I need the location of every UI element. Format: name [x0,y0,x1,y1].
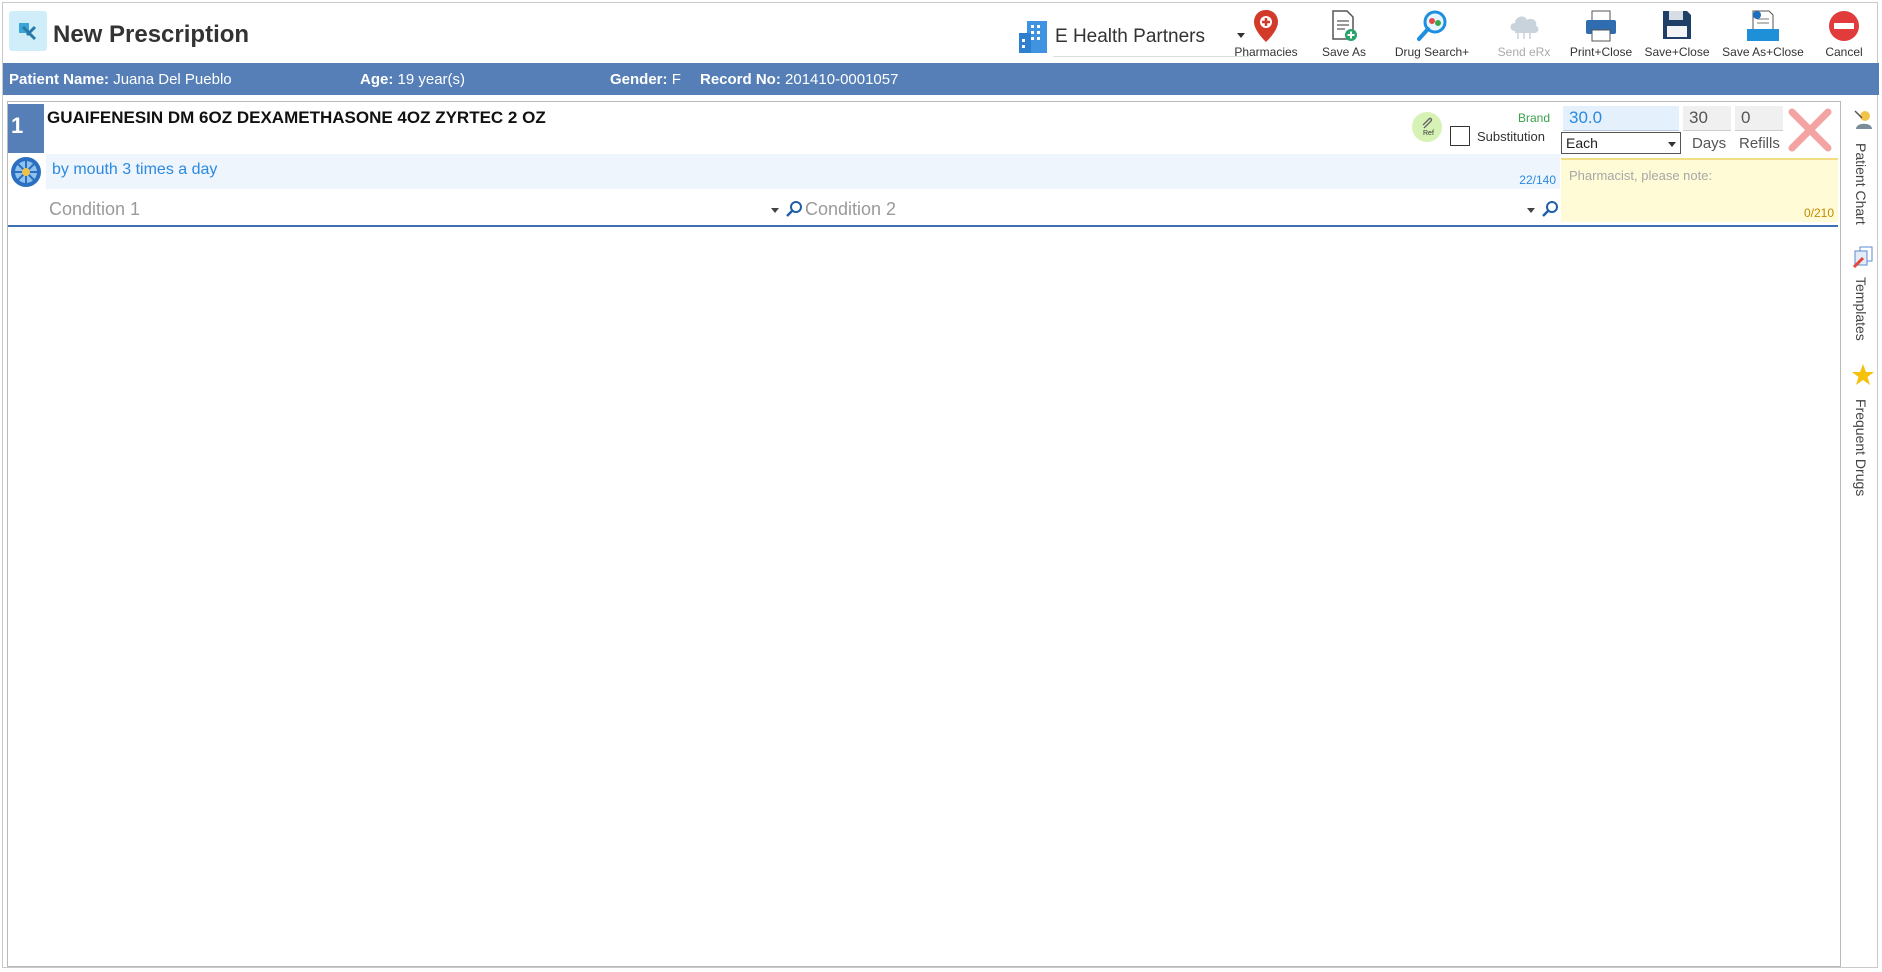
reference-label: Ref [1423,130,1434,137]
pharmacist-note-input[interactable]: Pharmacist, please note: 0/210 [1561,158,1838,222]
patient-age-label: Age: [360,71,394,88]
send-erx-label: Send eRx [1497,45,1551,59]
cancel-button[interactable]: Cancel [1811,7,1877,61]
patient-chart-icon [1854,110,1872,129]
patient-info-bar: Patient Name: Juana Del Pueblo Age: 19 y… [3,63,1879,95]
patient-gender-value: F [671,71,681,88]
document-tray-icon [1747,10,1779,41]
quantity-input[interactable]: 30.0 [1563,106,1679,131]
patient-age-field: Age: 19 year(s) [360,71,465,88]
print-close-label: Print+Close [1569,45,1633,59]
map-pin-icon [1254,10,1278,42]
patient-record-label: Record No: [700,71,781,88]
save-as-button[interactable]: Save As [1309,7,1379,61]
delete-prescription-icon[interactable] [1786,106,1834,154]
clinic-name: E Health Partners [1055,26,1205,47]
save-close-label: Save+Close [1644,45,1710,59]
patient-name-value: Juana Del Pueblo [113,71,232,88]
paperclip-icon [1422,117,1433,129]
toolbar: Pharmacies Save As Drug Search+ Send eRx… [1223,7,1877,61]
sig-text: by mouth 3 times a day [52,161,218,178]
drug-search-button[interactable]: Drug Search+ [1379,7,1485,61]
sig-input[interactable]: by mouth 3 times a day 22/140 [46,154,1560,189]
drug-search-label: Drug Search+ [1394,45,1470,59]
unit-select[interactable]: Each [1561,132,1681,154]
prescription-app-icon [9,11,47,51]
condition-2-select[interactable]: Condition 2 [805,198,1565,220]
refills-label: Refills [1739,135,1780,152]
cancel-label: Cancel [1825,45,1863,59]
tab-templates-label: Templates [1853,277,1869,341]
days-label: Days [1692,135,1727,152]
sig-wheel-icon[interactable] [10,156,42,188]
page-title: New Prescription [53,21,250,48]
chevron-down-icon[interactable] [1527,208,1535,213]
patient-record-field: Record No: 201410-0001057 [700,71,898,88]
save-close-button[interactable]: Save+Close [1639,7,1715,61]
document-add-icon [1332,10,1357,41]
days-input[interactable]: 30 [1683,106,1731,131]
substitution-label: Substitution [1477,129,1545,144]
tab-frequent-drugs-label: Frequent Drugs [1853,399,1869,497]
patient-gender-label: Gender: [610,71,668,88]
prescription-divider [8,225,1838,227]
drug-name[interactable]: GUAIFENESIN DM 6OZ DEXAMETHASONE 4OZ ZYR… [47,108,546,128]
cloud-icon [1510,16,1539,39]
chevron-down-icon[interactable] [771,208,779,213]
save-as-label: Save As [1321,45,1367,59]
printer-icon [1586,10,1616,42]
title-bar: New Prescription E Health Partners Pharm… [3,3,1877,63]
templates-icon [1852,246,1873,269]
right-sidebar: Patient Chart Templates Frequent Drugs [1845,101,1881,601]
tab-frequent-drugs[interactable]: Frequent Drugs [1845,363,1881,503]
save-as-close-label: Save As+Close [1722,45,1804,59]
days-value: 30 [1689,108,1708,127]
prescription-list: 1 GUAIFENESIN DM 6OZ DEXAMETHASONE 4OZ Z… [7,101,1841,967]
pharmacies-button[interactable]: Pharmacies [1223,7,1309,61]
building-icon [1019,21,1047,53]
quantity-value: 30.0 [1569,108,1603,127]
star-icon [1852,364,1874,385]
patient-name-label: Patient Name: [9,71,110,88]
checkbox-box[interactable] [1450,126,1470,146]
condition-1-placeholder: Condition 1 [49,199,141,219]
floppy-disk-icon [1663,11,1691,39]
patient-name-field: Patient Name: Juana Del Pueblo [9,71,232,88]
search-icon[interactable] [1541,200,1559,218]
chevron-down-icon[interactable] [1668,142,1676,147]
patient-record-value: 201410-0001057 [785,71,899,88]
prescription-number: 1 [8,104,44,153]
tab-patient-chart[interactable]: Patient Chart [1845,109,1881,225]
condition-1-select[interactable]: Condition 1 [49,198,802,220]
clinic-selector[interactable]: E Health Partners [1013,17,1249,57]
tab-patient-chart-label: Patient Chart [1853,143,1869,225]
prescription-window: New Prescription E Health Partners Pharm… [2,2,1881,968]
unit-value: Each [1566,135,1598,151]
print-close-button[interactable]: Print+Close [1563,7,1639,61]
pharmacies-label: Pharmacies [1234,45,1298,59]
condition-2-placeholder: Condition 2 [805,199,897,219]
search-icon[interactable] [785,200,803,218]
cancel-icon [1829,11,1859,41]
patient-gender-field: Gender: F [610,71,681,88]
refills-input[interactable]: 0 [1735,106,1783,131]
patient-age-value: 19 year(s) [397,71,466,88]
brand-label[interactable]: Brand [1518,111,1550,125]
tab-templates[interactable]: Templates [1845,245,1881,345]
search-icon [1417,10,1447,41]
send-erx-button[interactable]: Send eRx [1485,7,1563,61]
sig-char-count: 22/140 [1519,173,1556,187]
pharmacist-note-char-count: 0/210 [1803,206,1834,220]
pharmacist-note-placeholder: Pharmacist, please note: [1569,168,1713,183]
save-as-close-button[interactable]: Save As+Close [1715,7,1811,61]
reference-button[interactable]: Ref [1412,112,1442,142]
refills-value: 0 [1741,108,1751,127]
